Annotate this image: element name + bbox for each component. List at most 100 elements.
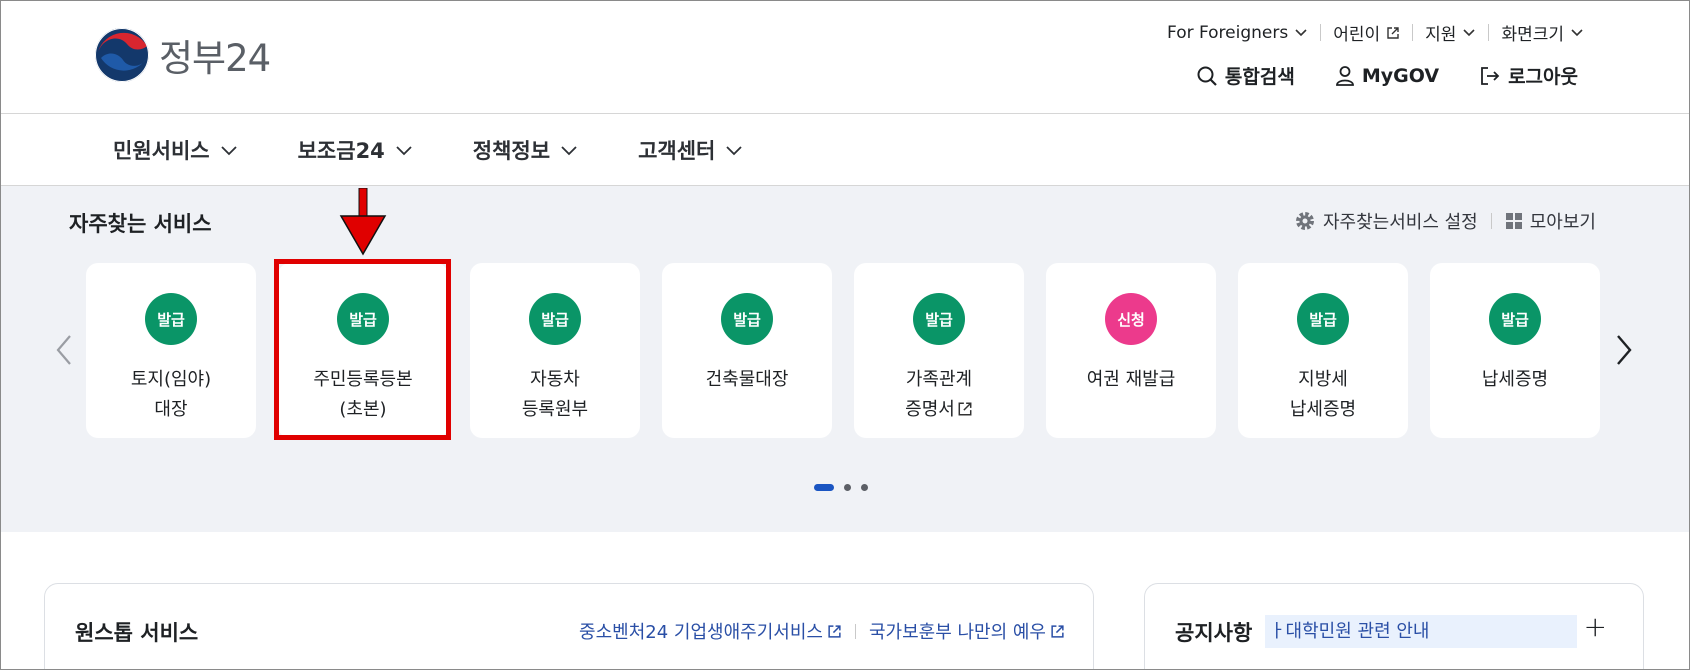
logo-text: 정부24 — [159, 37, 271, 80]
chevron-down-icon — [1295, 28, 1307, 36]
carousel-next-icon[interactable] — [1614, 334, 1634, 366]
issue-badge: 발급 — [913, 293, 965, 345]
government-emblem-icon — [95, 28, 149, 82]
notice-more-button[interactable]: + — [1584, 610, 1607, 643]
card-label: 주민등록등본 (초본) — [313, 369, 413, 420]
service-card-local-tax-certificate[interactable]: 발급 지방세 납세증명 — [1238, 263, 1408, 438]
chevron-down-icon — [220, 145, 237, 155]
onestop-service-panel: 원스톱 서비스 중소벤처24 기업생애주기서비스 국가보훈부 나만의 예우 — [44, 583, 1094, 670]
panel-title: 원스톱 서비스 — [75, 621, 199, 645]
integrated-search-button[interactable]: 통합검색 — [1196, 62, 1295, 89]
chevron-down-icon — [561, 145, 577, 155]
notice-panel: 공지사항 ㅏ대학민원 관련 안내 + — [1144, 583, 1644, 670]
onestop-link-veterans[interactable]: 국가보훈부 나만의 예우 — [869, 618, 1065, 644]
favorite-settings-button[interactable]: 자주찾는서비스 설정 — [1294, 208, 1478, 234]
tool-label: 자주찾는서비스 설정 — [1322, 212, 1478, 233]
service-card-passport-reissue[interactable]: 신청 여권 재발급 — [1046, 263, 1216, 438]
site-header: 정부24 For Foreigners 어린이 지원 화면크기 통합검색 MyG… — [0, 0, 1690, 114]
gnb-label: 고객센터 — [638, 138, 716, 163]
action-label: 로그아웃 — [1508, 66, 1578, 88]
service-card-resident-registration[interactable]: 발급 주민등록등본 (초본) — [278, 263, 448, 438]
issue-badge: 발급 — [337, 293, 389, 345]
pagination-dot-3[interactable] — [861, 484, 868, 491]
card-label: 자동차 등록원부 — [521, 369, 589, 420]
pagination-dot-2[interactable] — [844, 484, 851, 491]
divider — [854, 623, 856, 639]
gnb-civil-service[interactable]: 민원서비스 — [113, 135, 238, 165]
service-card-family-certificate[interactable]: 발급 가족관계 증명서 — [854, 263, 1024, 438]
favorite-services-section: 자주찾는 서비스 자주찾는서비스 설정 모아보기 발급 토지(임야) 대장 발급… — [0, 186, 1690, 532]
gnb-customer-center[interactable]: 고객센터 — [638, 135, 743, 165]
chevron-down-icon — [726, 145, 742, 155]
link-label: 중소벤처24 기업생애주기서비스 — [579, 622, 823, 643]
search-icon — [1197, 66, 1217, 86]
card-label: 가족관계 증명서 — [905, 365, 973, 425]
chevron-down-icon — [1463, 28, 1476, 36]
logout-icon — [1481, 66, 1500, 85]
service-card-building-register[interactable]: 발급 건축물대장 — [662, 263, 832, 438]
pagination-dot-1[interactable] — [814, 484, 834, 491]
apply-badge: 신청 — [1105, 293, 1157, 345]
service-card-tax-certificate[interactable]: 발급 납세증명 — [1430, 263, 1600, 438]
font-size-menu[interactable]: 화면크기 — [1501, 20, 1584, 45]
gnb-label: 정책정보 — [472, 138, 551, 163]
service-card-list: 발급 토지(임야) 대장 발급 주민등록등본 (초본) 발급 자동차 등록원부 … — [86, 263, 1600, 438]
panel-title: 공지사항 — [1175, 621, 1253, 645]
gnb-policy-info[interactable]: 정책정보 — [473, 135, 578, 165]
divider — [1320, 24, 1322, 41]
mygov-button[interactable]: MyGOV — [1335, 65, 1439, 87]
action-label: MyGOV — [1361, 64, 1440, 87]
gnb-subsidy24[interactable]: 보조금24 — [298, 135, 413, 165]
service-card-vehicle-register[interactable]: 발급 자동차 등록원부 — [470, 263, 640, 438]
util-label: 화면크기 — [1501, 25, 1564, 45]
util-label: 어린이 — [1333, 25, 1381, 45]
onestop-links: 중소벤처24 기업생애주기서비스 국가보훈부 나만의 예우 — [579, 618, 1065, 644]
external-link-icon — [958, 402, 972, 416]
card-label: 여권 재발급 — [1086, 369, 1176, 390]
action-label: 통합검색 — [1224, 66, 1295, 88]
carousel-prev-icon[interactable] — [54, 334, 74, 366]
gnb-label: 민원서비스 — [113, 138, 210, 163]
util-label: 지원 — [1425, 25, 1457, 45]
carousel-pagination — [814, 484, 868, 491]
grid-icon — [1505, 213, 1522, 229]
card-label: 건축물대장 — [705, 369, 789, 390]
external-link-icon — [1387, 26, 1399, 39]
logo[interactable]: 정부24 — [95, 28, 271, 82]
issue-badge: 발급 — [529, 293, 581, 345]
card-label: 토지(임야) 대장 — [130, 369, 212, 420]
favorite-tools: 자주찾는서비스 설정 모아보기 — [1294, 208, 1596, 234]
view-all-button[interactable]: 모아보기 — [1505, 208, 1596, 234]
red-arrow-annotation — [339, 188, 387, 256]
header-actions: 통합검색 MyGOV 로그아웃 — [1196, 62, 1578, 89]
kids-link[interactable]: 어린이 — [1333, 20, 1400, 45]
divider — [1490, 213, 1492, 229]
issue-badge: 발급 — [1297, 293, 1349, 345]
chevron-down-icon — [396, 145, 412, 155]
section-title: 자주찾는 서비스 — [69, 212, 212, 236]
util-label: For Foreigners — [1167, 22, 1289, 43]
issue-badge: 발급 — [145, 293, 197, 345]
notice-headline-link[interactable]: ㅏ대학민원 관련 안내 — [1265, 615, 1577, 648]
card-label: 지방세 납세증명 — [1289, 369, 1357, 420]
user-icon — [1335, 65, 1354, 86]
support-menu[interactable]: 지원 — [1425, 20, 1476, 45]
issue-badge: 발급 — [1489, 293, 1541, 345]
tool-label: 모아보기 — [1529, 212, 1596, 233]
logout-button[interactable]: 로그아웃 — [1479, 62, 1578, 89]
divider — [1488, 24, 1490, 41]
link-label: 국가보훈부 나만의 예우 — [868, 622, 1046, 643]
gear-icon — [1295, 212, 1314, 230]
gnb-label: 보조금24 — [297, 138, 385, 163]
card-label: 납세증명 — [1481, 369, 1549, 390]
chevron-down-icon — [1571, 28, 1583, 36]
onestop-link-sme-venture[interactable]: 중소벤처24 기업생애주기서비스 — [579, 618, 842, 644]
service-card-land-register[interactable]: 발급 토지(임야) 대장 — [86, 263, 256, 438]
divider — [1412, 24, 1414, 41]
utility-menu: For Foreigners 어린이 지원 화면크기 — [1167, 20, 1584, 45]
global-navigation: 민원서비스 보조금24 정책정보 고객센터 — [0, 114, 1690, 186]
for-foreigners-menu[interactable]: For Foreigners — [1167, 23, 1308, 43]
external-link-icon — [828, 624, 841, 638]
external-link-icon — [1051, 624, 1064, 638]
issue-badge: 발급 — [721, 293, 773, 345]
